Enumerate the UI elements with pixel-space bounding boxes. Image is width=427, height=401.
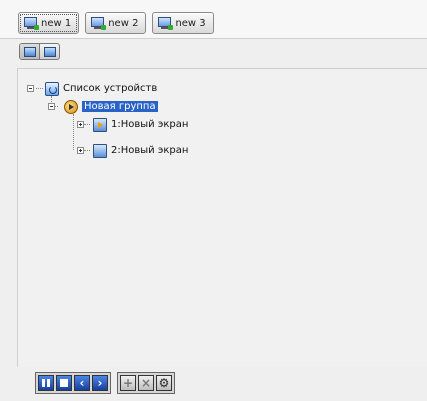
settings-icon: ⚙	[158, 376, 170, 390]
view-switch	[19, 43, 60, 60]
previous-icon: ‹	[79, 376, 85, 390]
screen-play-icon	[93, 117, 107, 132]
add-button[interactable]: +	[120, 375, 136, 391]
device-tree: Список устройств Новая группа 1:Новый эк…	[17, 68, 427, 367]
monitor-icon	[43, 46, 56, 57]
settings-button[interactable]: ⚙	[156, 375, 172, 391]
screen-icon	[93, 143, 107, 158]
edit-controls: + × ⚙	[117, 372, 175, 394]
monitor-add-icon	[157, 17, 174, 30]
tab-label: new 2	[108, 17, 139, 29]
tree-screen-label: 1:Новый экран	[111, 119, 189, 130]
device-list-icon	[45, 81, 59, 96]
tree-connector	[73, 114, 74, 150]
playback-controls: ‹ ›	[35, 372, 111, 394]
bottom-controls: ‹ › + × ⚙	[35, 372, 175, 394]
tree-screen-label: 2:Новый экран	[111, 145, 189, 156]
top-toolbar: new 1 new 2 new 3	[18, 12, 214, 34]
delete-icon: ×	[140, 376, 152, 390]
tree-root-label: Список устройств	[63, 83, 158, 94]
single-monitor-icon	[23, 46, 36, 57]
expand-toggle[interactable]	[77, 121, 84, 128]
tab-label: new 1	[41, 17, 72, 29]
tree-group[interactable]: Новая группа	[48, 99, 158, 114]
pause-icon	[42, 379, 50, 387]
tree-screen-2[interactable]: 2:Новый экран	[77, 143, 188, 158]
expand-toggle[interactable]	[77, 147, 84, 154]
tree-root[interactable]: Список устройств	[27, 81, 157, 96]
tab-new-3[interactable]: new 3	[152, 12, 214, 34]
single-view-button[interactable]	[20, 44, 39, 59]
tab-new-2[interactable]: new 2	[85, 12, 147, 34]
monitor-add-icon	[90, 17, 107, 30]
group-icon	[64, 99, 78, 114]
add-icon: +	[122, 376, 134, 390]
stop-icon	[60, 379, 68, 387]
tab-label: new 3	[175, 17, 206, 29]
next-icon: ›	[97, 376, 103, 390]
collapse-toggle[interactable]	[48, 103, 55, 110]
tab-new-1[interactable]: new 1	[18, 12, 80, 34]
next-button[interactable]: ›	[92, 375, 108, 391]
monitor-add-icon	[23, 17, 39, 30]
multi-view-button[interactable]	[39, 44, 59, 59]
stop-button[interactable]	[56, 375, 72, 391]
previous-button[interactable]: ‹	[74, 375, 90, 391]
pause-button[interactable]	[38, 375, 54, 391]
delete-button[interactable]: ×	[138, 375, 154, 391]
collapse-toggle[interactable]	[27, 85, 34, 92]
tree-screen-1[interactable]: 1:Новый экран	[77, 117, 188, 132]
tree-group-label: Новая группа	[82, 101, 158, 112]
